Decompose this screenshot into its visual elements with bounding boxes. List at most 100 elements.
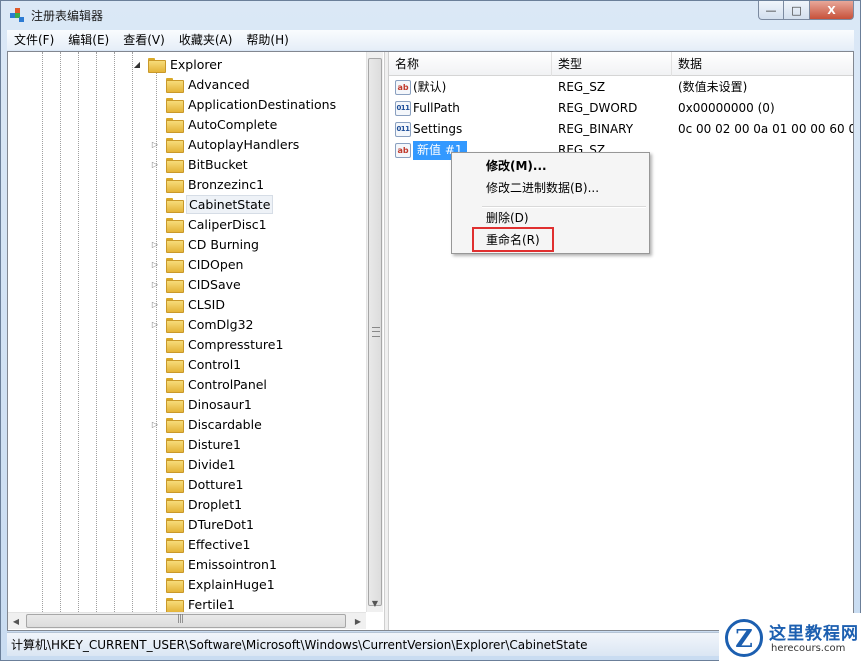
menu-favorites[interactable]: 收藏夹(A) [172, 30, 240, 50]
menu-view[interactable]: 查看(V) [116, 30, 172, 50]
menu-item-modify-binary[interactable]: 修改二进制数据(B)... [454, 177, 647, 199]
folder-icon [166, 337, 184, 353]
folder-icon [166, 417, 184, 433]
title-bar[interactable]: 注册表编辑器 — □ X [1, 1, 860, 29]
menu-file[interactable]: 文件(F) [7, 30, 61, 50]
tree-node[interactable]: ▷ CD Burning [150, 234, 261, 254]
value-name: (默认) [413, 80, 447, 94]
column-header-type[interactable]: 类型 [552, 52, 672, 76]
folder-icon [166, 397, 184, 413]
tree-node[interactable]: ▷ BitBucket [150, 154, 250, 174]
tree-node[interactable]: Dotture1 [150, 474, 246, 494]
expand-arrow-icon[interactable]: ▷ [150, 279, 160, 289]
value-row[interactable]: 011 FullPath REG_DWORD 0x00000000 (0) [389, 98, 853, 119]
tree-node[interactable]: Dinosaur1 [150, 394, 254, 414]
tree-node[interactable]: Effective1 [150, 534, 253, 554]
folder-icon [166, 97, 184, 113]
folder-icon [166, 117, 184, 133]
tree-node[interactable]: Droplet1 [150, 494, 244, 514]
scroll-right-arrow-icon[interactable]: ▶ [350, 613, 366, 630]
tree-node[interactable]: Bronzezinc1 [150, 174, 266, 194]
tree-node[interactable]: ApplicationDestinations [150, 94, 338, 114]
folder-icon [166, 217, 184, 233]
tree-node-label: Compressture1 [188, 336, 284, 352]
tree-horizontal-scrollbar[interactable]: ◀ ▶ [8, 612, 366, 629]
column-header-data[interactable]: 数据 [672, 52, 853, 76]
tree-guide-line [60, 52, 61, 612]
tree-node-label: CD Burning [188, 236, 259, 252]
menu-edit[interactable]: 编辑(E) [61, 30, 116, 50]
value-type: REG_SZ [558, 80, 606, 94]
binary-value-icon: 011 [395, 122, 411, 137]
tree-node[interactable]: CabinetState [150, 194, 274, 214]
tree-node[interactable]: Divide1 [150, 454, 238, 474]
menu-help[interactable]: 帮助(H) [239, 30, 295, 50]
scroll-left-arrow-icon[interactable]: ◀ [8, 613, 24, 630]
tree-node-label: AutoComplete [188, 116, 278, 132]
expand-arrow-icon[interactable]: ▷ [150, 419, 160, 429]
tree-node[interactable]: DTureDot1 [150, 514, 256, 534]
folder-icon [166, 457, 184, 473]
folder-icon [166, 557, 184, 573]
expand-arrow-icon[interactable]: ▷ [150, 239, 160, 249]
maximize-button[interactable]: □ [784, 1, 810, 20]
tree-node-label: Disture1 [188, 436, 241, 452]
tree-node-label: Explorer [170, 56, 223, 72]
tree-node[interactable]: Fertile1 [150, 594, 237, 614]
minimize-button[interactable]: — [758, 1, 784, 20]
tree-node[interactable]: AutoComplete [150, 114, 279, 134]
tree-node[interactable]: CaliperDisc1 [150, 214, 269, 234]
scroll-down-arrow-icon[interactable]: ▼ [367, 595, 383, 612]
value-row[interactable]: ab (默认) REG_SZ (数值未设置) [389, 77, 853, 98]
tree-node[interactable]: Control1 [150, 354, 243, 374]
string-value-icon: ab [395, 80, 411, 95]
expand-arrow-icon[interactable]: ▷ [150, 139, 160, 149]
tree-node-label: Fertile1 [188, 596, 235, 612]
tree-node[interactable]: ▷ CLSID [150, 294, 227, 314]
folder-icon [166, 517, 184, 533]
list-header: 名称 类型 数据 [389, 52, 853, 76]
tree-node[interactable]: ▷ AutoplayHandlers [150, 134, 301, 154]
regedit-window: 注册表编辑器 — □ X 文件(F) 编辑(E) 查看(V) 收藏夹(A) 帮助… [0, 0, 861, 661]
expand-arrow-icon[interactable]: ▷ [150, 259, 160, 269]
string-value-icon: ab [395, 143, 411, 158]
expand-arrow-icon[interactable]: ▷ [150, 299, 160, 309]
scroll-thumb[interactable] [26, 614, 346, 628]
scroll-thumb[interactable] [368, 58, 382, 606]
tree-node-label: CIDOpen [188, 256, 244, 272]
watermark-logo-icon: Z [725, 619, 763, 657]
client-area: ◢ Explorer Advanced ApplicationDestinatio… [7, 51, 854, 631]
collapse-arrow-icon[interactable]: ◢ [132, 59, 142, 69]
tree-node-label: ExplainHuge1 [188, 576, 275, 592]
tree-node[interactable]: Disture1 [150, 434, 243, 454]
folder-icon [166, 177, 184, 193]
tree-node[interactable]: Compressture1 [150, 334, 285, 354]
column-header-name[interactable]: 名称 [389, 52, 552, 76]
tree-node-explorer[interactable]: ◢ Explorer [132, 54, 224, 74]
tree-node[interactable]: ▷ CIDSave [150, 274, 243, 294]
tree-vertical-scrollbar[interactable]: ▲ ▼ [366, 52, 383, 612]
regedit-app-icon [10, 8, 24, 22]
expand-arrow-icon[interactable]: ▷ [150, 319, 160, 329]
tree-node[interactable]: Emissointron1 [150, 554, 279, 574]
tree-node[interactable]: ▷ ComDlg32 [150, 314, 256, 334]
value-row[interactable]: 011 Settings REG_BINARY 0c 00 02 00 0a 01 0… [389, 119, 853, 140]
tree-node[interactable]: Advanced [150, 74, 252, 94]
tree-node-label: Effective1 [188, 536, 251, 552]
tree-node[interactable]: ▷ Discardable [150, 414, 264, 434]
tree-node-label: Discardable [188, 416, 262, 432]
expand-arrow-icon[interactable]: ▷ [150, 159, 160, 169]
close-button[interactable]: X [810, 1, 854, 20]
tree-node-label: CLSID [188, 296, 225, 312]
menu-item-delete[interactable]: 删除(D) [454, 207, 647, 229]
folder-icon [166, 377, 184, 393]
menu-item-modify[interactable]: 修改(M)... [454, 155, 647, 177]
tree-node[interactable]: ▷ CIDOpen [150, 254, 245, 274]
tree-node[interactable]: ControlPanel [150, 374, 269, 394]
tree-node[interactable]: ExplainHuge1 [150, 574, 277, 594]
